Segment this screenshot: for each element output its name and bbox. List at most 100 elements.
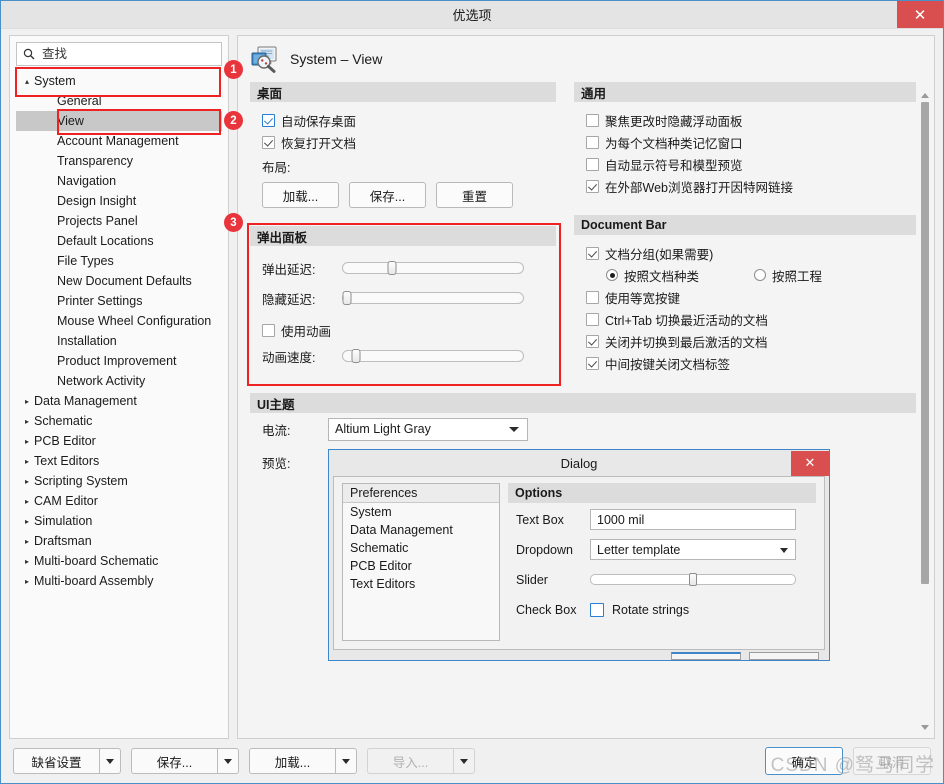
default-settings-button[interactable]: 缺省设置 [13,748,99,774]
import-button[interactable]: 导入... [367,748,453,774]
preview-ok-button[interactable] [671,652,741,660]
checkbox-restore-open-documents[interactable]: 恢复打开文档 [262,131,556,153]
radio-dot[interactable] [754,269,766,281]
load-split-button[interactable]: 加载... [249,748,357,774]
checkbox-auto-save-desktop[interactable]: 自动保存桌面 [262,109,556,131]
preview-preferences-list[interactable]: Preferences System Data Management Schem… [342,483,500,641]
sidebar-item-new-document-defaults[interactable]: New Document Defaults [16,271,222,291]
sidebar-item-draftsman[interactable]: ▸ Draftsman [16,531,222,551]
expander-expand-icon[interactable]: ▸ [20,417,34,426]
checkbox-ctrl-tab-switch[interactable]: Ctrl+Tab 切换最近活动的文档 [586,308,916,330]
close-icon[interactable]: ✕ [897,1,943,28]
expander-expand-icon[interactable]: ▸ [20,517,34,526]
search-box[interactable] [16,42,222,66]
sidebar-item-navigation[interactable]: Navigation [16,171,222,191]
checkbox-box[interactable] [586,356,599,370]
checkbox-box[interactable] [586,179,599,193]
checkbox-box[interactable] [586,312,599,326]
radio-dot[interactable] [606,269,618,281]
sidebar-item-multi-board-assembly[interactable]: ▸ Multi-board Assembly [16,571,222,591]
checkbox-box[interactable] [586,290,599,304]
list-item[interactable]: Text Editors [343,575,499,593]
expander-expand-icon[interactable]: ▸ [20,577,34,586]
chevron-down-icon[interactable] [780,547,788,553]
checkbox-box[interactable] [262,135,275,149]
checkbox-box[interactable] [262,323,275,337]
preview-dropdown-select[interactable]: Letter template [590,539,796,560]
save-dropdown[interactable] [217,748,239,774]
checkbox-box[interactable] [586,135,599,149]
preferences-tree[interactable]: ▴ System General View Account Management Tran… [16,70,222,732]
expander-collapse-icon[interactable]: ▴ [20,77,34,86]
ui-theme-select[interactable]: Altium Light Gray [328,417,528,441]
preview-dialog-close-icon[interactable]: ✕ [791,450,829,476]
checkbox-close-switch-last-active[interactable]: 关闭并切换到最后激活的文档 [586,330,916,352]
sidebar-item-installation[interactable]: Installation [16,331,222,351]
scroll-up-arrow-icon[interactable] [918,88,932,102]
checkbox-box[interactable] [262,113,275,127]
ok-button[interactable]: 确定 [765,747,843,775]
scrollbar-thumb[interactable] [921,102,929,585]
import-dropdown[interactable] [453,748,475,774]
preview-slider[interactable] [590,573,796,586]
preview-checkbox-box[interactable] [590,602,604,617]
checkbox-auto-show-preview[interactable]: 自动显示符号和模型预览 [586,153,916,175]
expander-expand-icon[interactable]: ▸ [20,537,34,546]
default-settings-dropdown[interactable] [99,748,121,774]
list-item[interactable]: System [343,503,499,521]
load-button[interactable]: 加载... [249,748,335,774]
scrollbar-track[interactable] [918,102,932,720]
expander-expand-icon[interactable]: ▸ [20,557,34,566]
sidebar-item-pcb-editor[interactable]: ▸ PCB Editor [16,431,222,451]
radio-by-document-type[interactable]: 按照文档种类 [606,264,754,286]
sidebar-item-simulation[interactable]: ▸ Simulation [16,511,222,531]
sidebar-item-printer-settings[interactable]: Printer Settings [16,291,222,311]
save-split-button[interactable]: 保存... [131,748,239,774]
sidebar-item-schematic[interactable]: ▸ Schematic [16,411,222,431]
slider-thumb[interactable] [689,573,697,586]
popup-delay-slider[interactable] [342,261,524,275]
sidebar-item-file-types[interactable]: File Types [16,251,222,271]
list-item[interactable]: Data Management [343,521,499,539]
save-button[interactable]: 保存... [131,748,217,774]
slider-thumb[interactable] [387,261,397,275]
checkbox-box[interactable] [586,113,599,127]
sidebar-item-data-management[interactable]: ▸ Data Management [16,391,222,411]
save-layout-button[interactable]: 保存... [349,182,426,208]
preview-text-box-input[interactable]: 1000 mil [590,509,796,530]
sidebar-item-general[interactable]: General [16,91,222,111]
sidebar-item-network-activity[interactable]: Network Activity [16,371,222,391]
checkbox-box[interactable] [586,246,599,260]
import-split-button[interactable]: 导入... [367,748,475,774]
load-layout-button[interactable]: 加载... [262,182,339,208]
sidebar-item-multi-board-schematic[interactable]: ▸ Multi-board Schematic [16,551,222,571]
checkbox-box[interactable] [586,157,599,171]
checkbox-box[interactable] [586,334,599,348]
checkbox-group-documents[interactable]: 文档分组(如果需要) [586,242,916,264]
search-input[interactable] [40,46,215,62]
expander-expand-icon[interactable]: ▸ [20,457,34,466]
radio-by-project[interactable]: 按照工程 [754,264,822,286]
checkbox-open-links-external-browser[interactable]: 在外部Web浏览器打开因特网链接 [586,175,916,197]
slider-thumb[interactable] [342,291,352,305]
sidebar-item-default-locations[interactable]: Default Locations [16,231,222,251]
sidebar-item-account-management[interactable]: Account Management [16,131,222,151]
load-dropdown[interactable] [335,748,357,774]
sidebar-item-mouse-wheel-configuration[interactable]: Mouse Wheel Configuration [16,311,222,331]
scroll-down-arrow-icon[interactable] [918,720,932,734]
list-item[interactable]: PCB Editor [343,557,499,575]
checkbox-remember-window-per-doc-type[interactable]: 为每个文档种类记忆窗口 [586,131,916,153]
cancel-button[interactable]: 取消 [853,747,931,775]
expander-expand-icon[interactable]: ▸ [20,497,34,506]
content-scrollbar[interactable] [918,88,932,734]
sidebar-item-cam-editor[interactable]: ▸ CAM Editor [16,491,222,511]
chevron-down-icon[interactable] [509,427,519,432]
reset-layout-button[interactable]: 重置 [436,182,513,208]
animation-speed-slider[interactable] [342,349,524,363]
preview-cancel-button[interactable] [749,652,819,660]
checkbox-hide-floating-panels[interactable]: 聚焦更改时隐藏浮动面板 [586,109,916,131]
sidebar-item-product-improvement[interactable]: Product Improvement [16,351,222,371]
sidebar-item-transparency[interactable]: Transparency [16,151,222,171]
slider-thumb[interactable] [351,349,361,363]
sidebar-item-view[interactable]: View [16,111,222,131]
